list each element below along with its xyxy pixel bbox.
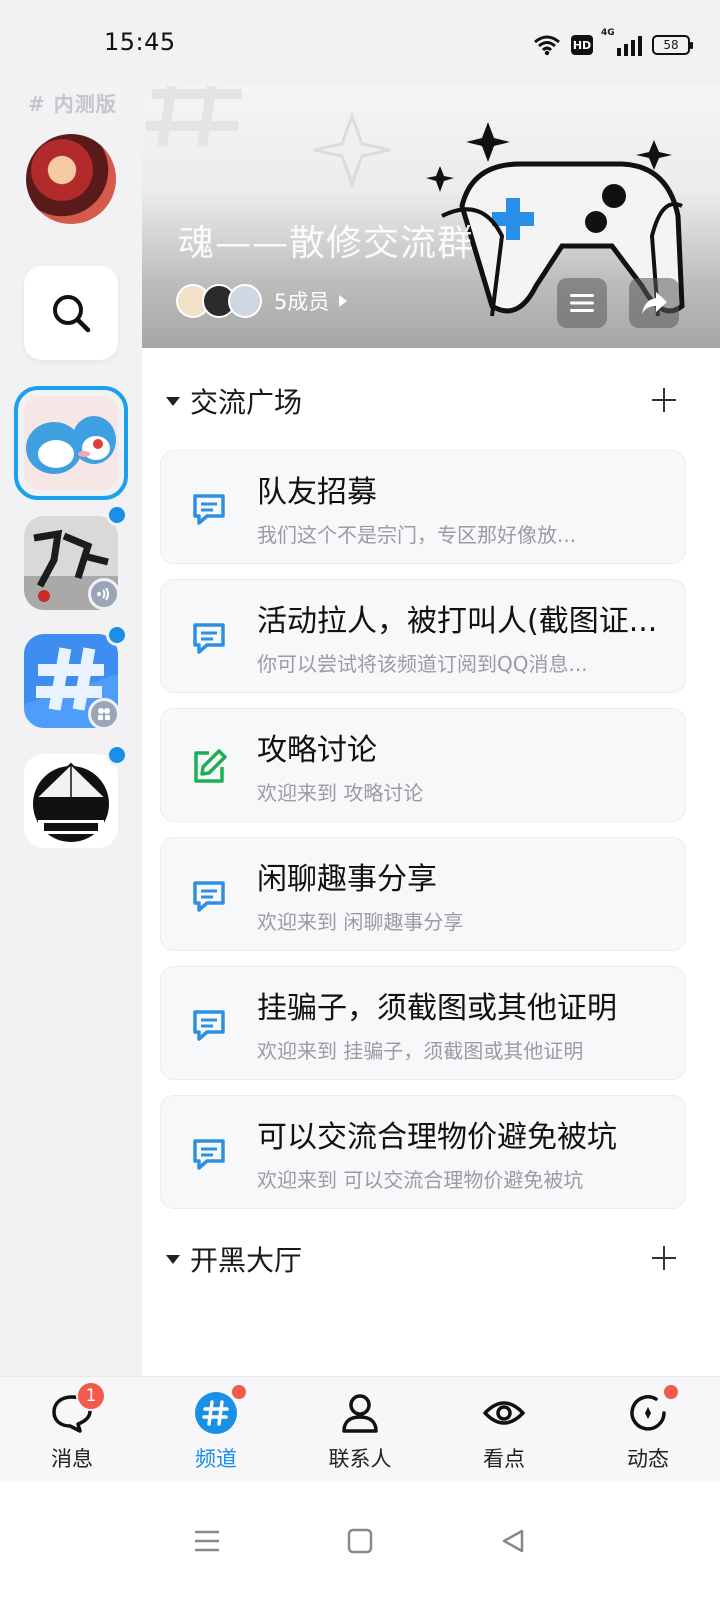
- channel-desc: 欢迎来到 挂骗子，须截图或其他证明: [257, 1039, 584, 1063]
- section-label: 交流广场: [190, 386, 303, 419]
- message-badge: 1: [76, 1381, 106, 1411]
- channel-name: 攻略讨论: [257, 733, 377, 768]
- channel-name: 挂骗子，须截图或其他证明: [257, 991, 617, 1026]
- tab-kandian[interactable]: 看点: [432, 1377, 576, 1482]
- channel-name: 闲聊趣事分享: [257, 862, 437, 897]
- channel-name: 可以交流合理物价避免被坑: [257, 1120, 617, 1155]
- section-header-jiaoliu[interactable]: 交流广场: [166, 376, 696, 426]
- search-button[interactable]: [24, 266, 118, 360]
- tab-label: 联系人: [328, 1447, 392, 1471]
- guild-item-xianlingdao[interactable]: [24, 754, 118, 848]
- channel-desc: 欢迎来到 攻略讨论: [257, 781, 424, 805]
- channel-item[interactable]: 闲聊趣事分享 欢迎来到 闲聊趣事分享: [160, 837, 686, 951]
- tab-label: 频道: [195, 1447, 237, 1471]
- channel-item[interactable]: 攻略讨论 欢迎来到 攻略讨论: [160, 708, 686, 822]
- beta-label: # 内测版: [28, 92, 117, 116]
- battery-level: 58: [663, 38, 679, 52]
- signal-icon: 4G: [601, 28, 642, 56]
- chat-icon: [193, 494, 225, 525]
- edit-icon: [194, 749, 227, 783]
- unread-dot: [106, 504, 128, 526]
- share-icon: [642, 292, 667, 314]
- home-square-icon: [347, 1528, 373, 1554]
- channel-desc: 我们这个不是宗门，专区那好像放...: [257, 523, 577, 547]
- channel-hash-icon: [194, 1383, 248, 1435]
- chat-icon: [193, 881, 225, 912]
- feed-icon: [626, 1383, 680, 1435]
- voice-badge-icon: [88, 578, 120, 610]
- back-triangle-icon: [503, 1529, 524, 1553]
- add-channel-button[interactable]: [646, 382, 682, 418]
- guild-banner: 魂——散修交流群 5成员: [142, 86, 720, 348]
- channel-item[interactable]: 可以交流合理物价避免被坑 欢迎来到 可以交流合理物价避免被坑: [160, 1095, 686, 1209]
- tab-label: 动态: [627, 1447, 669, 1471]
- chat-icon: [193, 1010, 225, 1041]
- tab-contacts[interactable]: 联系人: [288, 1377, 432, 1482]
- tab-label: 消息: [51, 1447, 93, 1471]
- channel-desc: 欢迎来到 闲聊趣事分享: [257, 910, 464, 934]
- menu-button[interactable]: [557, 278, 607, 328]
- bottom-tab-bar: 1 消息 频道 联系人 看点 动态: [0, 1376, 720, 1482]
- contacts-icon: [338, 1391, 382, 1435]
- share-button[interactable]: [629, 278, 679, 328]
- recents-button[interactable]: [187, 1521, 227, 1561]
- collapse-caret-icon: [166, 396, 180, 406]
- section-label: 开黑大厅: [190, 1244, 303, 1277]
- section-header-kaihei[interactable]: 开黑大厅: [166, 1234, 696, 1284]
- search-icon: [53, 295, 91, 333]
- back-button[interactable]: [493, 1521, 533, 1561]
- system-nav-bar: [0, 1482, 720, 1600]
- member-summary[interactable]: 5成员: [176, 284, 348, 318]
- member-count: 5成员: [274, 290, 330, 314]
- battery-icon: 58: [652, 35, 693, 55]
- eye-icon: [482, 1391, 526, 1435]
- wifi-icon: [534, 35, 560, 56]
- channel-item[interactable]: 挂骗子，须截图或其他证明 欢迎来到 挂骗子，须截图或其他证明: [160, 966, 686, 1080]
- chevron-right-icon: [339, 295, 348, 307]
- user-avatar[interactable]: [26, 134, 116, 224]
- tab-feed[interactable]: 动态: [576, 1377, 720, 1482]
- channel-desc: 你可以尝试将该频道订阅到QQ消息...: [257, 652, 588, 676]
- group-badge-icon: [88, 698, 120, 730]
- tab-label: 看点: [483, 1447, 525, 1471]
- channel-name: 队友招募: [257, 475, 377, 510]
- add-channel-button[interactable]: [646, 1240, 682, 1276]
- channel-badge-dot: [230, 1383, 248, 1401]
- collapse-caret-icon: [166, 1254, 180, 1264]
- status-bar: 15:45 HD 4G 58: [0, 0, 720, 88]
- guild-rail: # 内测版: [0, 88, 142, 1376]
- hd-icon: HD: [571, 35, 593, 55]
- guild-avatar-xianlingdao: [24, 754, 118, 848]
- unread-dot: [106, 624, 128, 646]
- guild-title: 魂——散修交流群: [178, 223, 475, 264]
- channel-desc: 欢迎来到 可以交流合理物价避免被坑: [257, 1168, 584, 1192]
- channel-item[interactable]: 活动拉人，被打叫人(截图证... 你可以尝试将该频道订阅到QQ消息...: [160, 579, 686, 693]
- recents-icon: [194, 1530, 219, 1552]
- home-button[interactable]: [340, 1521, 380, 1561]
- network-label: 4G: [601, 28, 615, 38]
- unread-dot: [106, 744, 128, 766]
- member-avatar: [228, 284, 262, 318]
- tab-channels[interactable]: 频道: [144, 1377, 288, 1482]
- chat-icon: [193, 1139, 225, 1170]
- channel-item[interactable]: 队友招募 我们这个不是宗门，专区那好像放...: [160, 450, 686, 564]
- status-time: 15:45: [104, 28, 176, 56]
- guild-item-active[interactable]: [14, 386, 128, 500]
- chat-icon: [193, 623, 225, 654]
- message-icon: 1: [50, 1381, 106, 1435]
- menu-icon: [570, 294, 594, 312]
- channel-name: 活动拉人，被打叫人(截图证...: [257, 604, 658, 639]
- tab-messages[interactable]: 1 消息: [0, 1377, 144, 1482]
- doraemon-image: [24, 396, 118, 490]
- status-icons: HD 4G 58: [533, 28, 693, 60]
- guild-avatar-doraemon: [24, 396, 118, 490]
- channel-panel: 魂——散修交流群 5成员 交流广场 队友招募 我们这个不是宗门，专区那好像放..…: [142, 86, 720, 1376]
- feed-badge-dot: [662, 1383, 680, 1401]
